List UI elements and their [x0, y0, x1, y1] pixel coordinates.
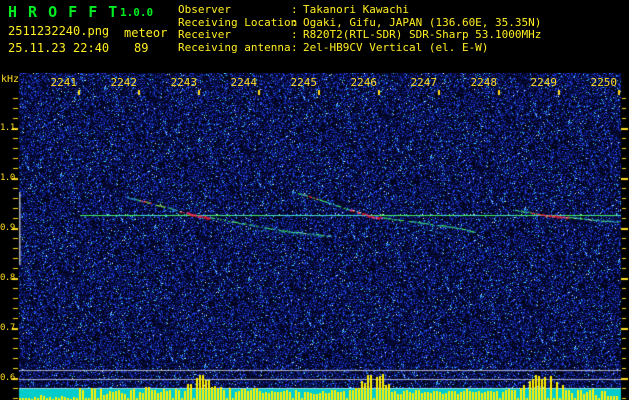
info-separator: : — [291, 3, 298, 16]
info-value: Takanori Kawachi — [303, 3, 409, 16]
freq-tick-label: 0.7 — [0, 323, 15, 333]
freq-tick-label: 0.9 — [0, 223, 15, 233]
time-tick-label: 2247 — [410, 76, 438, 89]
time-tick-label: 2242 — [110, 76, 138, 89]
info-label: Receiving antenna — [178, 40, 291, 54]
freq-tick-label: 0.8 — [0, 273, 15, 283]
info-separator: : — [291, 40, 298, 54]
time-tick-label: 2249 — [530, 76, 558, 89]
mode-label: meteor — [124, 26, 168, 40]
app-title: H R O F F T — [8, 3, 119, 21]
time-tick-label: 2241 — [50, 76, 78, 89]
info-row: Receiver: R820T2(RTL-SDR) SDR-Sharp 53.10… — [178, 28, 542, 42]
time-tick-label: 2243 — [170, 76, 198, 89]
info-label: Observer — [178, 3, 231, 16]
time-tick-label: 2245 — [290, 76, 318, 89]
time-tick-label: 2250 — [590, 76, 618, 89]
time-tick-label: 2244 — [230, 76, 258, 89]
output-filename: 2511232240.png — [8, 24, 110, 38]
echo-count: 89 — [134, 41, 149, 55]
time-tick-label: 2248 — [470, 76, 498, 89]
observation-datetime: 25.11.23 22:40 — [8, 41, 110, 55]
freq-tick-label: 1.0 — [0, 173, 15, 183]
info-label: Receiver — [178, 28, 231, 41]
info-row: Receiving antenna:2el-HB9CV Vertical (el… — [178, 40, 541, 55]
freq-tick-label: 1.1 — [0, 123, 15, 133]
hrofft-window: H R O F F T 1.0.0 2511232240.png meteor … — [0, 0, 629, 400]
info-value: R820T2(RTL-SDR) SDR-Sharp 53.1000MHz — [303, 28, 542, 41]
info-value: 2el-HB9CV Vertical (el. E-W) — [303, 40, 489, 54]
app-version: 1.0.0 — [120, 6, 154, 19]
spectrogram-canvas — [0, 73, 629, 400]
freq-axis-unit: kHz — [1, 74, 20, 85]
freq-tick-label: 0.6 — [0, 373, 15, 383]
info-row: Observer: Takanori Kawachi — [178, 3, 541, 17]
time-tick-label: 2246 — [350, 76, 378, 89]
observation-info: Observer: Takanori Kawachi Receiving Locat… — [178, 3, 542, 55]
info-separator: : — [291, 28, 298, 41]
